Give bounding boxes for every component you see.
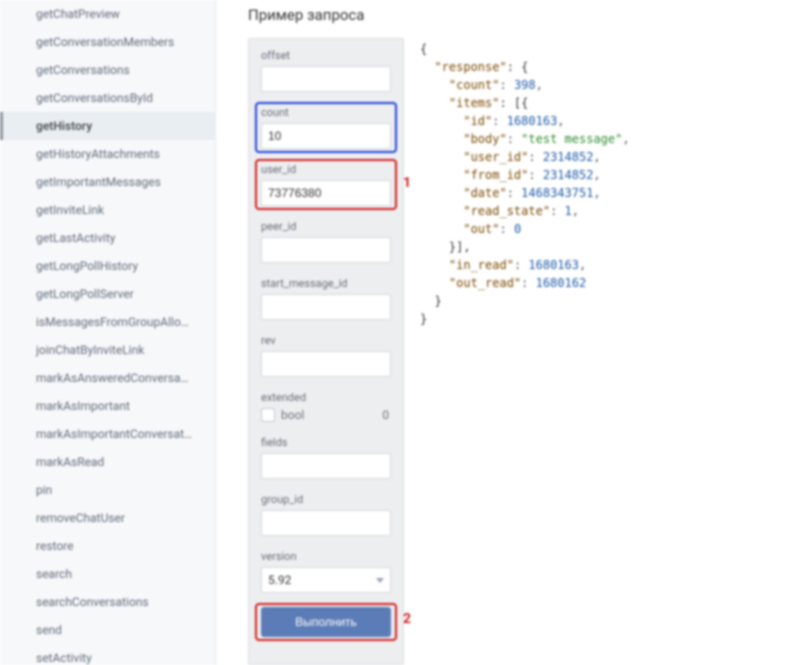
fields-input[interactable] bbox=[261, 453, 391, 479]
sidebar-item[interactable]: getLongPollHistory bbox=[0, 252, 215, 280]
param-label: offset bbox=[261, 49, 391, 62]
sidebar-item[interactable]: pin bbox=[0, 476, 215, 504]
param-label: fields bbox=[261, 436, 391, 449]
sidebar-item[interactable]: markAsRead bbox=[0, 448, 215, 476]
section-heading: Пример запроса bbox=[216, 2, 807, 38]
sidebar-item[interactable]: getConversations bbox=[0, 56, 215, 84]
api-method-sidebar: getChatPreview getConversationMembers ge… bbox=[0, 0, 216, 665]
param-version: version 5.92 bbox=[261, 550, 391, 593]
user-id-input[interactable] bbox=[261, 180, 391, 206]
param-group-id: group_id bbox=[261, 493, 391, 536]
param-label: start_message_id bbox=[261, 277, 391, 290]
peer-id-input[interactable] bbox=[261, 237, 391, 263]
sidebar-item[interactable]: getLongPollServer bbox=[0, 280, 215, 308]
param-label: peer_id bbox=[261, 220, 391, 233]
param-user-id: 1 user_id bbox=[261, 163, 391, 206]
param-label: extended bbox=[261, 391, 391, 404]
start-message-id-input[interactable] bbox=[261, 294, 391, 320]
count-input[interactable] bbox=[261, 123, 391, 149]
offset-input[interactable] bbox=[261, 66, 391, 92]
extended-checkbox[interactable] bbox=[261, 408, 275, 422]
sidebar-item[interactable]: markAsImportantConversat… bbox=[0, 420, 215, 448]
group-id-input[interactable] bbox=[261, 510, 391, 536]
version-value: 5.92 bbox=[268, 573, 291, 587]
param-label: version bbox=[261, 550, 391, 563]
sidebar-item[interactable]: getConversationMembers bbox=[0, 28, 215, 56]
rev-input[interactable] bbox=[261, 351, 391, 377]
param-start-message-id: start_message_id bbox=[261, 277, 391, 320]
sidebar-item[interactable]: getLastActivity bbox=[0, 224, 215, 252]
sidebar-item[interactable]: getConversationsById bbox=[0, 84, 215, 112]
sidebar-item[interactable]: searchConversations bbox=[0, 588, 215, 616]
sidebar-item[interactable]: joinChatByInviteLink bbox=[0, 336, 215, 364]
param-fields: fields bbox=[261, 436, 391, 479]
callout-2: 2 bbox=[403, 611, 411, 627]
sidebar-item[interactable]: markAsAnsweredConversa… bbox=[0, 364, 215, 392]
sidebar-item[interactable]: getChatPreview bbox=[0, 0, 215, 28]
sidebar-item[interactable]: markAsImportant bbox=[0, 392, 215, 420]
param-label: count bbox=[261, 106, 391, 119]
param-count: count bbox=[261, 106, 391, 149]
sidebar-item-gethistory[interactable]: getHistory bbox=[0, 112, 215, 140]
param-peer-id: peer_id bbox=[261, 220, 391, 263]
params-panel: offset count 1 user_id peer_id bbox=[248, 38, 404, 665]
sidebar-item[interactable]: getHistoryAttachments bbox=[0, 140, 215, 168]
param-label: group_id bbox=[261, 493, 391, 506]
sidebar-item[interactable]: setActivity bbox=[0, 644, 215, 665]
response-code: { "response": { "count": 398, "items": [… bbox=[404, 38, 630, 665]
sidebar-item[interactable]: send bbox=[0, 616, 215, 644]
chevron-down-icon bbox=[376, 578, 384, 583]
param-label: user_id bbox=[261, 163, 391, 176]
sidebar-item[interactable]: search bbox=[0, 560, 215, 588]
version-select[interactable]: 5.92 bbox=[261, 567, 391, 593]
execute-wrap: 2 Выполнить bbox=[261, 607, 391, 637]
sidebar-item[interactable]: getImportantMessages bbox=[0, 168, 215, 196]
sidebar-item[interactable]: removeChatUser bbox=[0, 504, 215, 532]
bool-label: bool bbox=[281, 408, 304, 422]
sidebar-item[interactable]: getInviteLink bbox=[0, 196, 215, 224]
bool-zero: 0 bbox=[382, 408, 389, 422]
param-extended: extended bool 0 bbox=[261, 391, 391, 422]
sidebar-item[interactable]: restore bbox=[0, 532, 215, 560]
param-offset: offset bbox=[261, 49, 391, 92]
callout-1: 1 bbox=[403, 175, 411, 191]
param-label: rev bbox=[261, 334, 391, 347]
sidebar-item[interactable]: isMessagesFromGroupAllo… bbox=[0, 308, 215, 336]
execute-button[interactable]: Выполнить bbox=[261, 607, 391, 637]
main-content: Пример запроса offset count 1 user_id bbox=[216, 0, 807, 665]
param-rev: rev bbox=[261, 334, 391, 377]
